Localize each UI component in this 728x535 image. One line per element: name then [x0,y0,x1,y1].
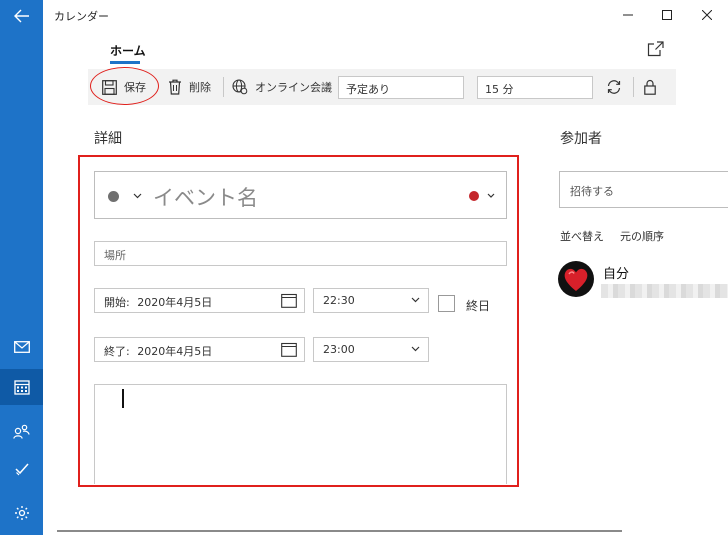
private-button[interactable] [644,69,656,105]
tab-underline [110,61,140,64]
repeat-icon [607,80,621,94]
trash-icon [169,79,181,95]
delete-button[interactable]: 削除 [168,69,211,105]
maximize-icon [662,10,672,20]
app-title: カレンダー [54,10,109,23]
command-toolbar: 保存 削除 オンライン会議 予定あり 15 分 [88,69,676,105]
delete-label: 削除 [189,81,211,94]
title-bar: カレンダー [43,0,728,30]
todo-icon [14,463,29,476]
nav-rail [0,0,43,535]
lock-icon [644,79,656,95]
back-button[interactable] [0,0,43,32]
horizontal-scrollbar[interactable] [57,530,622,532]
back-arrow-icon [13,9,29,23]
gear-icon [14,506,29,520]
toolbar-divider [633,77,634,97]
maximize-button[interactable] [649,4,685,26]
avatar [558,261,594,297]
attendees-heading: 参加者 [560,131,602,147]
reminder-select[interactable]: 15 分 [477,76,593,99]
save-highlight-circle [90,67,159,105]
minimize-button[interactable] [610,4,646,26]
repeat-button[interactable] [606,69,622,105]
online-meeting-label: オンライン会議 [255,81,332,94]
toolbar-divider [223,77,224,97]
popout-icon [647,41,664,57]
people-icon [13,424,30,439]
show-as-select[interactable]: 予定あり [338,76,464,99]
minimize-icon [623,14,633,16]
details-highlight-frame [78,155,519,487]
nav-todo[interactable] [0,451,43,487]
globe-icon [232,79,248,95]
attendee-email-blurred [601,284,728,298]
close-button[interactable] [689,4,725,26]
calendar-icon [13,380,30,395]
sort-label: 並べ替え [560,230,604,243]
mail-icon [13,341,30,353]
nav-settings[interactable] [0,495,43,531]
attendee-name: 自分 [603,267,630,282]
tab-home[interactable]: ホーム [110,42,146,59]
invite-input[interactable]: 招待する [559,171,728,208]
online-meeting-button[interactable]: オンライン会議 [232,69,332,105]
close-icon [702,10,712,20]
heart-avatar-icon [564,268,588,291]
nav-mail[interactable] [0,329,43,365]
nav-calendar[interactable] [0,369,43,405]
details-heading: 詳細 [94,131,122,147]
popout-button[interactable] [647,40,665,60]
sort-order-select[interactable]: 元の順序 [620,228,664,244]
nav-people[interactable] [0,413,43,449]
